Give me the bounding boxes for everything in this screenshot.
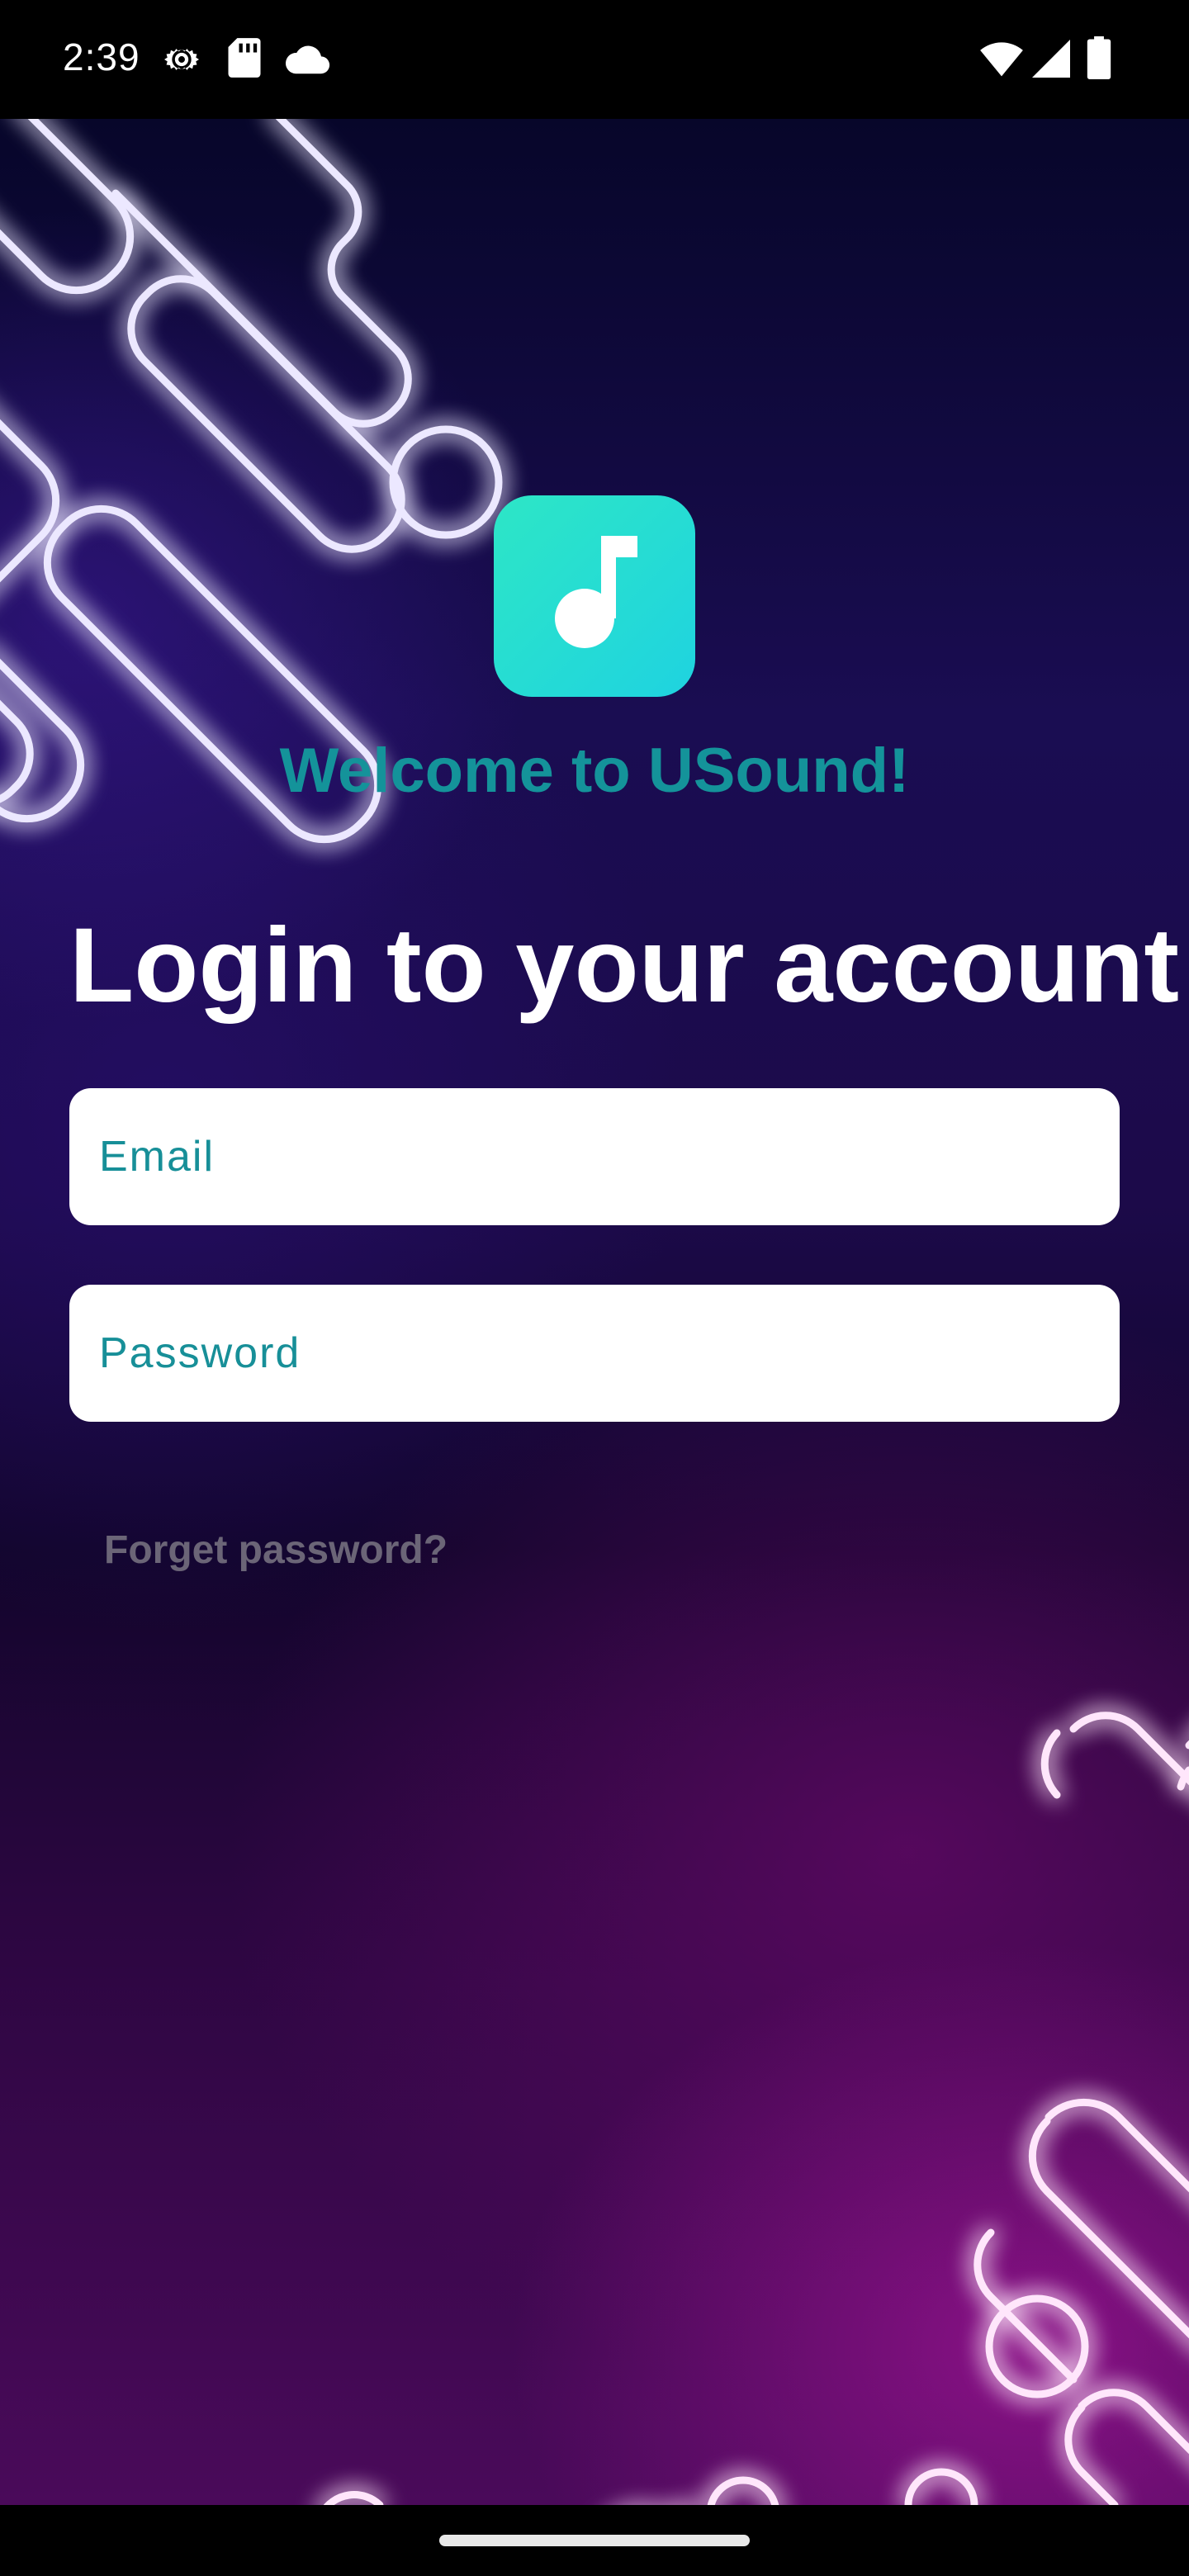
sd-card-icon — [226, 36, 263, 83]
password-field[interactable]: Password — [69, 1285, 1120, 1422]
email-placeholder: Email — [99, 1133, 216, 1181]
status-bar: 2:39 — [0, 0, 1189, 119]
password-placeholder: Password — [99, 1329, 301, 1377]
app-logo — [494, 495, 695, 697]
battery-icon — [1087, 36, 1111, 83]
welcome-heading: Welcome to USound! — [279, 736, 910, 806]
settings-gear-icon — [159, 36, 205, 87]
cloud-icon — [284, 43, 330, 80]
navigation-bar — [0, 2505, 1189, 2576]
email-field[interactable]: Email — [69, 1088, 1120, 1225]
music-note-icon — [545, 533, 644, 661]
status-time: 2:39 — [63, 36, 140, 78]
home-gesture-handle[interactable] — [439, 2535, 750, 2546]
login-screen: 2:39 Welcome to USound! Login to your ac… — [0, 0, 1189, 2576]
forgot-password-link[interactable]: Forget password? — [104, 1527, 448, 1573]
wifi-icon — [979, 40, 1024, 82]
page-title: Login to your account — [69, 907, 1179, 1025]
cell-signal-icon — [1032, 40, 1070, 82]
